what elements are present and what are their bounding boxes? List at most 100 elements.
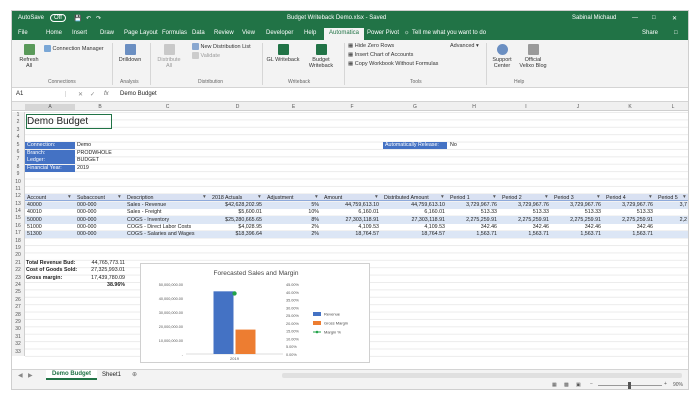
table-cell[interactable]: 51300 [27, 231, 42, 238]
row-header[interactable]: 1 [12, 112, 24, 119]
table-cell[interactable]: 000-000 [77, 224, 96, 231]
cancel-icon[interactable]: ✕ [78, 91, 83, 98]
table-header-cell[interactable]: Account [27, 195, 74, 202]
table-cell[interactable]: COGS - Salaries and Wages [127, 231, 195, 238]
autosave-toggle[interactable]: Off [50, 14, 66, 22]
table-cell[interactable]: 2,2 [656, 217, 687, 224]
table-header-cell[interactable]: Amount [324, 195, 381, 202]
table-cell[interactable]: $42,628,202.95 [210, 202, 262, 209]
table-cell[interactable]: 000-000 [77, 202, 96, 209]
filter-dropdown-icon[interactable]: ▾ [375, 194, 378, 201]
tab-developer[interactable]: Developer [266, 30, 293, 36]
undo-icon[interactable]: ↶ [86, 15, 91, 22]
table-cell[interactable]: 513.33 [500, 209, 549, 216]
summary-value[interactable]: 44,765,773.11 [75, 260, 125, 267]
table-cell[interactable]: 000-000 [77, 209, 96, 216]
prev-sheet-icon[interactable]: ◀ [18, 372, 23, 379]
table-cell[interactable]: 1,563.71 [500, 231, 549, 238]
table-cell[interactable]: Sales - Freight [127, 209, 161, 216]
refresh-button[interactable]: Refresh All [18, 44, 40, 69]
tab-automatica[interactable]: Automatica [324, 28, 365, 40]
table-cell[interactable]: 8% [265, 217, 319, 224]
table-cell[interactable]: $25,280,665.65 [210, 217, 262, 224]
row-header[interactable]: 20 [12, 252, 24, 259]
table-cell[interactable]: 10% [265, 209, 319, 216]
add-sheet-icon[interactable]: ⊕ [132, 371, 137, 378]
sheet-tab-sheet1[interactable]: Sheet1 [102, 372, 121, 378]
zoom-level[interactable]: 90% [673, 382, 683, 388]
row-header[interactable]: 2 [12, 119, 24, 126]
table-cell[interactable]: 1,563.71 [448, 231, 497, 238]
drilldown-button[interactable]: Drilldown [116, 44, 144, 63]
close-icon[interactable]: ✕ [672, 15, 677, 22]
row-header[interactable]: 9 [12, 171, 24, 178]
row-header[interactable]: 8 [12, 164, 24, 171]
tab-data[interactable]: Data [192, 30, 205, 36]
table-cell[interactable]: 513.33 [552, 209, 601, 216]
row-header[interactable]: 11 [12, 186, 24, 193]
table-header-cell[interactable]: 2018 Actuals [212, 195, 264, 202]
info-value[interactable]: 2019 [77, 165, 89, 172]
zoom-out-icon[interactable]: − [590, 381, 593, 387]
row-header[interactable]: 6 [12, 149, 24, 156]
validate-button[interactable]: Validate [192, 52, 220, 59]
table-cell[interactable]: 2,275,259.91 [500, 217, 549, 224]
row-header[interactable]: 22 [12, 267, 24, 274]
table-header-cell[interactable]: Period 2 [502, 195, 551, 202]
normal-view-icon[interactable]: ▦ [552, 382, 557, 388]
gl-writeback-button[interactable]: GL Writeback [266, 44, 300, 63]
table-cell[interactable]: COGS - Inventory [127, 217, 169, 224]
row-header[interactable]: 7 [12, 156, 24, 163]
tab-home[interactable]: Home [46, 30, 62, 36]
table-header-cell[interactable]: Distributed Amount [384, 195, 447, 202]
distribute-button[interactable]: Distribute All [154, 44, 184, 69]
column-header[interactable]: J [552, 104, 604, 110]
hide-zero-rows-button[interactable]: ▦ Hide Zero Rows [348, 43, 394, 49]
tab-help[interactable]: Help [304, 30, 316, 36]
column-header[interactable]: H [448, 104, 500, 110]
table-cell[interactable]: 342.46 [448, 224, 497, 231]
row-header[interactable]: 24 [12, 282, 24, 289]
row-header[interactable]: 19 [12, 245, 24, 252]
column-header[interactable]: E [265, 104, 322, 110]
table-cell[interactable]: Sales - Revenue [127, 202, 166, 209]
column-header[interactable]: F [322, 104, 382, 110]
zoom-in-icon[interactable]: + [664, 381, 667, 387]
table-cell[interactable]: 40000 [27, 202, 42, 209]
table-cell[interactable]: 18,764.57 [382, 231, 445, 238]
table-cell[interactable]: $4,028.95 [210, 224, 262, 231]
info-value[interactable]: BUDGET [77, 157, 99, 164]
filter-dropdown-icon[interactable]: ▾ [545, 194, 548, 201]
table-cell[interactable]: 2,275,259.91 [604, 217, 653, 224]
page-layout-icon[interactable]: ▩ [564, 382, 569, 388]
filter-dropdown-icon[interactable]: ▾ [683, 194, 686, 201]
support-center-button[interactable]: Support Center [490, 44, 514, 69]
tab-formulas[interactable]: Formulas [162, 30, 187, 36]
filter-dropdown-icon[interactable]: ▾ [597, 194, 600, 201]
margin-percent[interactable]: 38.96% [75, 282, 125, 289]
table-cell[interactable]: 44,759,613.10 [322, 202, 379, 209]
table-cell[interactable]: 3,729,967.76 [500, 202, 549, 209]
table-cell[interactable]: 513.33 [604, 209, 653, 216]
table-cell[interactable]: 342.46 [604, 224, 653, 231]
row-header[interactable]: 15 [12, 215, 24, 222]
tab-file[interactable]: File [18, 30, 28, 36]
table-cell[interactable]: 51000 [27, 224, 42, 231]
filter-dropdown-icon[interactable]: ▾ [649, 194, 652, 201]
column-header[interactable]: A [25, 104, 75, 110]
page-break-icon[interactable]: ▣ [576, 382, 581, 388]
filter-dropdown-icon[interactable]: ▾ [258, 194, 261, 201]
column-header[interactable]: B [75, 104, 125, 110]
info-value[interactable]: PRODWHOLE [77, 150, 112, 157]
table-cell[interactable]: 2,275,259.91 [448, 217, 497, 224]
auto-release-value[interactable]: No [450, 142, 457, 149]
summary-value[interactable]: 27,325,993.01 [75, 267, 125, 274]
row-header[interactable]: 26 [12, 297, 24, 304]
chart[interactable]: Forecasted Sales and Margin 50,000,000.00… [140, 263, 370, 363]
insert-coa-button[interactable]: ▦ Insert Chart of Accounts [348, 52, 413, 58]
tab-draw[interactable]: Draw [100, 30, 114, 36]
filter-dropdown-icon[interactable]: ▾ [315, 194, 318, 201]
table-cell[interactable]: 3,729,967.76 [448, 202, 497, 209]
table-cell[interactable]: 342.46 [500, 224, 549, 231]
tab-page-layout[interactable]: Page Layout [124, 30, 158, 36]
